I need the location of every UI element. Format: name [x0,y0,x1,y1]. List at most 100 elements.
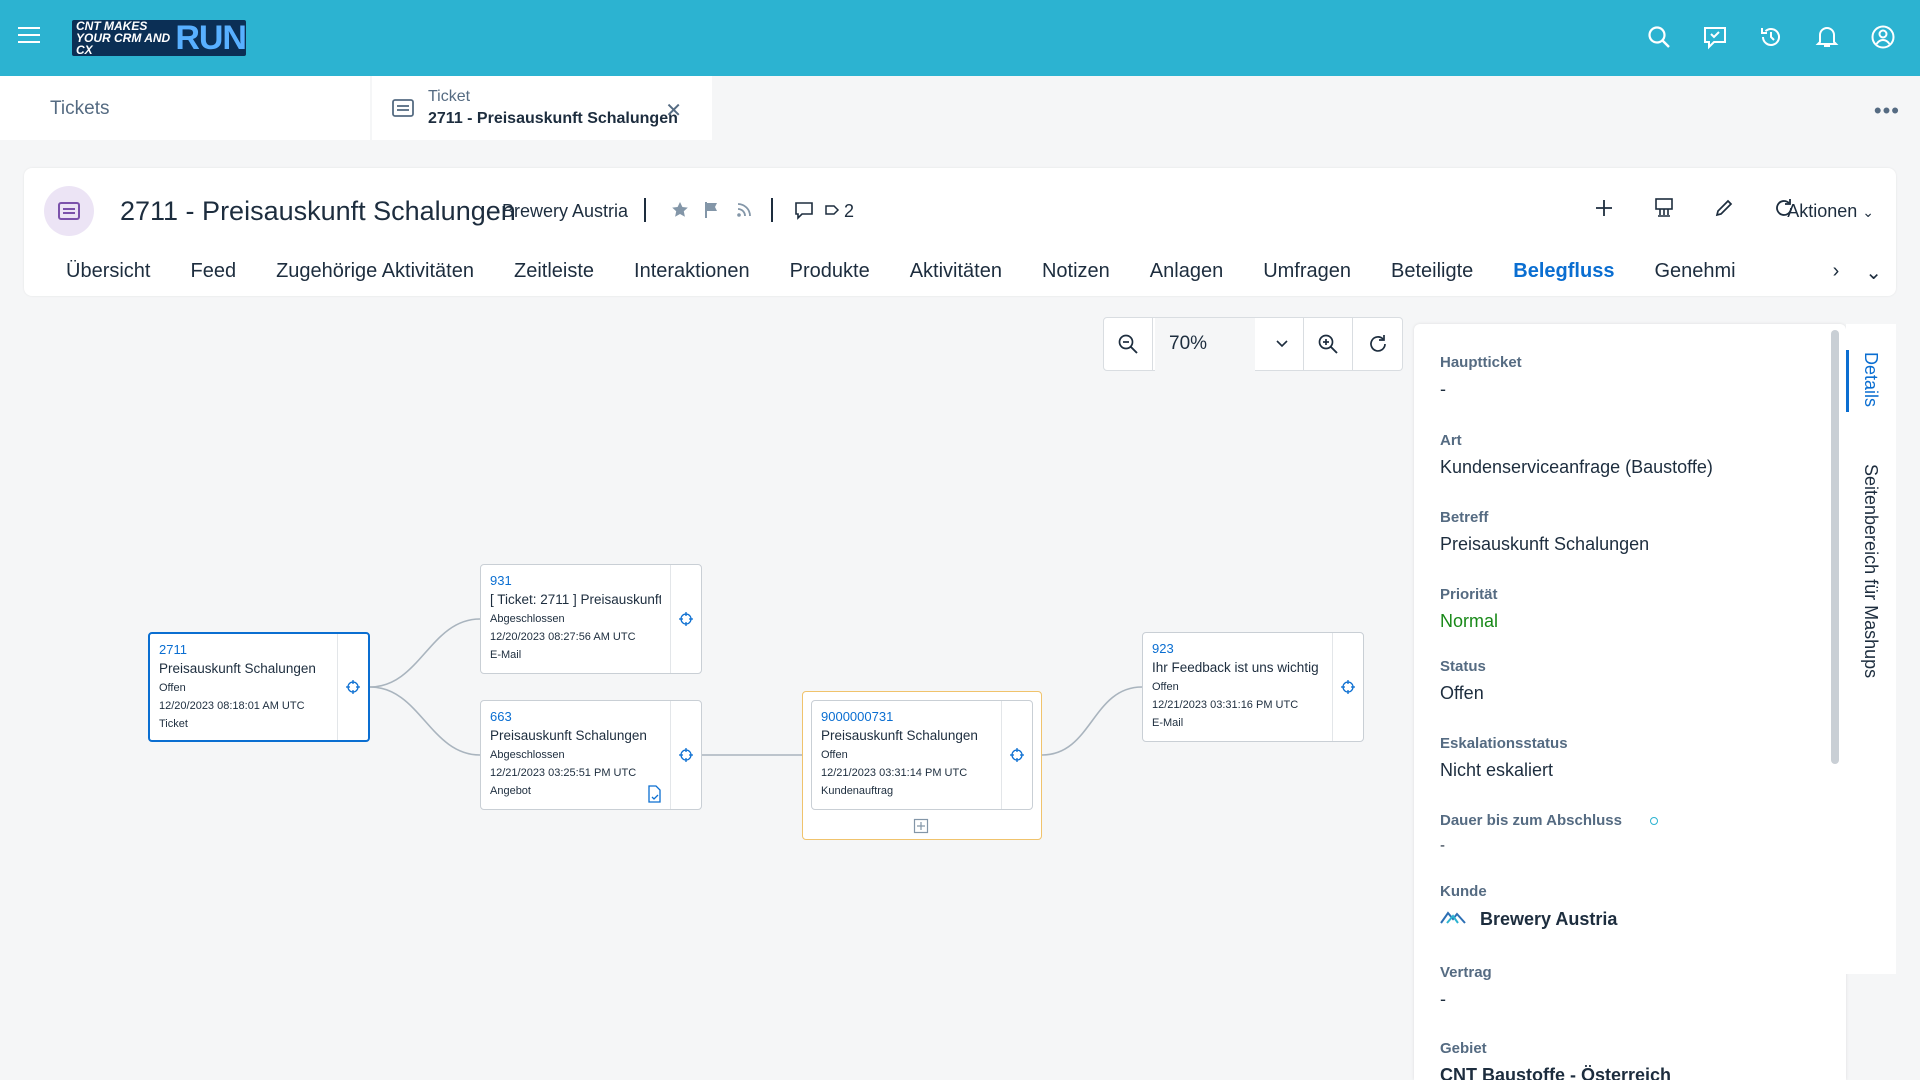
node-id[interactable]: 2711 [159,642,328,657]
node-id[interactable]: 931 [490,573,661,588]
comment-icon[interactable] [794,200,814,220]
side-tab-mashups[interactable]: Seitenbereich für Mashups [1860,464,1881,678]
field-value: - [1440,989,1446,1009]
actions-menu-button[interactable]: Aktionen ⌄ [1787,201,1874,222]
field-label-text: Dauer bis zum Abschluss [1440,812,1622,829]
flow-node-feedback-email[interactable]: 923 Ihr Feedback ist uns wichtig Offen 1… [1142,632,1364,742]
divider [644,198,646,222]
search-icon[interactable] [1646,24,1672,50]
user-profile-icon[interactable] [1870,24,1896,50]
nav-tab[interactable]: Aktivitäten [910,260,1002,291]
nav-tab[interactable]: Produkte [790,260,870,291]
chevron-down-icon[interactable]: ⌄ [1865,260,1882,285]
document-flow-canvas: 2711 Preisauskunft Schalungen Offen 12/2… [0,300,1410,1080]
history-icon[interactable] [1758,24,1784,50]
nav-tab[interactable]: Feed [190,260,236,291]
shell-bar: CNT makes your CRM and CX RUN [0,0,1920,76]
menu-icon[interactable] [18,27,40,49]
node-type: Kundenauftrag [821,785,894,797]
page-title: 2711 - Preisauskunft Schalungen [120,196,516,226]
section-nav: Übersicht Feed Zugehörige Aktivitäten Ze… [66,260,1866,291]
nav-tab[interactable]: Interaktionen [634,260,750,291]
tab-type-label: Ticket [428,88,471,105]
chat-help-icon[interactable] [1702,24,1728,50]
node-id[interactable]: 923 [1152,641,1323,656]
field-value: - [1440,837,1445,854]
field-art: Art Kundenserviceanfrage (Baustoffe) [1440,432,1713,478]
notification-bell-icon[interactable] [1814,24,1840,50]
close-tab-icon[interactable]: ✕ [665,98,682,123]
details-panel: Hauptticket - Art Kundenserviceanfrage (… [1414,324,1846,1080]
flow-group-highlight: 9000000731 Preisauskunft Schalungen Offe… [802,691,1042,840]
tab-ticket-detail[interactable]: Ticket 2711 - Preisauskunft Schalungen ✕ [372,76,712,140]
add-icon[interactable] [1592,196,1616,220]
rss-feed-icon[interactable] [734,200,754,220]
flow-node-quote[interactable]: 663 Preisauskunft Schalungen Abgeschloss… [480,700,702,810]
field-status: Status Offen [1440,658,1486,704]
star-icon[interactable] [670,200,690,220]
expand-icon[interactable] [913,818,929,839]
customer-link[interactable]: Brewery Austria [502,201,628,222]
document-icon[interactable] [646,785,662,808]
edit-pencil-icon[interactable] [1712,196,1736,220]
chevron-right-icon[interactable]: › [1833,260,1840,285]
nav-tab[interactable]: Beteiligte [1391,260,1473,291]
info-dot-icon [1650,817,1658,826]
field-label: Hauptticket [1440,354,1522,371]
customer-name[interactable]: Brewery Austria [1480,909,1617,930]
field-value: Normal [1440,611,1499,631]
more-options-icon[interactable]: ••• [1874,98,1900,124]
field-label: Kunde [1440,883,1487,900]
field-vertrag: Vertrag - [1440,964,1492,1010]
nav-tab[interactable]: Übersicht [66,260,150,291]
field-value: Preisauskunft Schalungen [1440,534,1650,554]
hierarchy-icon[interactable] [1652,196,1676,220]
nav-tab[interactable]: Zugehörige Aktivitäten [276,260,474,291]
field-hauptticket: Hauptticket - [1440,354,1522,400]
node-date: 12/21/2023 03:31:14 PM UTC [821,767,968,779]
tab-tickets[interactable]: Tickets [0,76,370,140]
nav-tab[interactable]: Genehmi [1654,260,1735,291]
panel-scrollbar[interactable] [1831,330,1839,764]
flow-node-email[interactable]: 931 [ Ticket: 2711 ] Preisauskunft ... A… [480,564,702,674]
tab-tickets-label: Tickets [50,98,110,119]
company-icon [1440,908,1466,931]
node-date: 12/21/2023 03:25:51 PM UTC [490,767,637,779]
side-tab-strip: Details Seitenbereich für Mashups [1846,324,1896,974]
field-value: CNT Baustoffe - Österreich [1440,1065,1672,1080]
target-icon[interactable] [1340,679,1356,695]
customer-value[interactable]: Brewery Austria [1440,908,1617,931]
node-status: Offen [159,682,186,694]
field-label: Gebiet [1440,1040,1487,1057]
flow-node-ticket[interactable]: 2711 Preisauskunft Schalungen Offen 12/2… [148,632,370,742]
nav-tab[interactable]: Zeitleiste [514,260,594,291]
side-tab-details[interactable]: Details [1860,352,1881,407]
node-name: Ihr Feedback ist uns wichtig [1152,660,1319,675]
ticket-icon [392,98,414,118]
nav-tab-active[interactable]: Belegfluss [1513,260,1614,291]
nav-tab[interactable]: Anlagen [1150,260,1223,291]
actions-label: Aktionen [1787,201,1858,221]
nav-tab[interactable]: Notizen [1042,260,1110,291]
avatar [44,186,94,236]
node-id[interactable]: 9000000731 [821,709,992,724]
divider [771,198,773,222]
flow-node-sales-order[interactable]: 9000000731 Preisauskunft Schalungen Offe… [811,700,1033,810]
field-eskalationsstatus: Eskalationsstatus Nicht eskaliert [1440,735,1568,781]
node-name: Preisauskunft Schalungen [159,661,316,676]
company-logo[interactable]: CNT makes your CRM and CX RUN [72,20,246,56]
flag-icon[interactable] [702,200,722,220]
tag-count: 2 [844,201,855,221]
target-icon[interactable] [678,747,694,763]
field-value: - [1440,379,1446,399]
node-name: Preisauskunft Schalungen [821,728,978,743]
field-value: Nicht eskaliert [1440,760,1554,780]
target-icon[interactable] [345,679,361,695]
target-icon[interactable] [1009,747,1025,763]
node-status: Offen [1152,681,1179,693]
nav-tab[interactable]: Umfragen [1263,260,1351,291]
object-header: 2711 - Preisauskunft Schalungen Brewery … [24,168,1896,296]
target-icon[interactable] [678,611,694,627]
node-id[interactable]: 663 [490,709,661,724]
node-date: 12/20/2023 08:27:56 AM UTC [490,631,636,643]
